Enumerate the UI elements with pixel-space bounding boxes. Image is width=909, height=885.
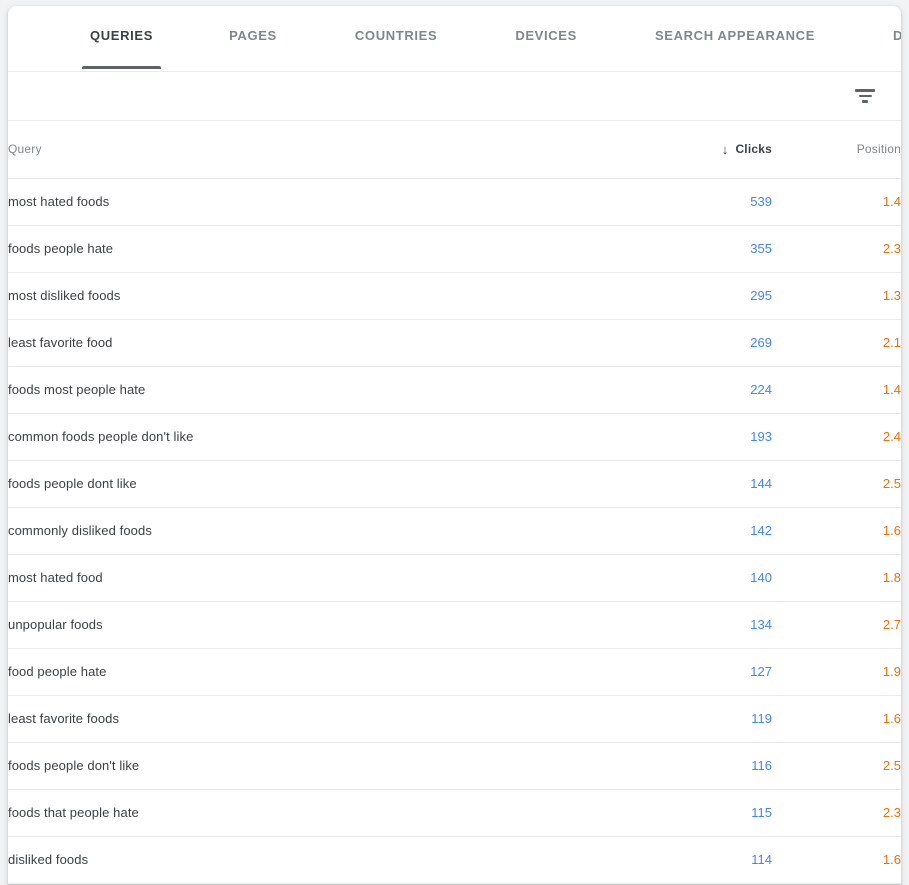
cell-clicks: 142	[750, 523, 772, 538]
dimension-tabs: QUERIES PAGES COUNTRIES DEVICES SEARCH A…	[8, 6, 901, 72]
table-row[interactable]: foods most people hate 224 1.4	[8, 366, 901, 413]
cell-clicks: 116	[751, 758, 772, 773]
filter-bar-top	[855, 89, 875, 92]
cell-position: 2.3	[882, 241, 901, 256]
cell-position: 1.4	[882, 194, 901, 209]
cell-clicks: 115	[751, 805, 772, 820]
tab-dates-label: DATES	[893, 28, 901, 43]
cell-query: unpopular foods	[8, 617, 103, 632]
filter-bar-middle	[858, 94, 872, 97]
cell-query: foods people hate	[8, 241, 114, 256]
cell-query: disliked foods	[8, 852, 89, 867]
table-row[interactable]: unpopular foods 134 2.7	[8, 601, 901, 648]
cell-position: 2.7	[882, 617, 901, 632]
active-tab-underline	[82, 66, 162, 69]
filter-bar-bottom	[862, 100, 868, 103]
column-header-query-label: Query	[8, 142, 42, 157]
table-row[interactable]: common foods people don't like 193 2.4	[8, 413, 901, 460]
table-row[interactable]: most hated foods 539 1.4	[8, 178, 901, 225]
cell-position: 1.6	[882, 523, 901, 538]
column-header-position-label: Position	[856, 142, 901, 157]
table-row[interactable]: least favorite foods 119 1.6	[8, 695, 901, 742]
table-row[interactable]: foods people dont like 144 2.5	[8, 460, 901, 507]
table-row[interactable]: food people hate 127 1.9	[8, 648, 901, 695]
cell-clicks: 140	[750, 570, 772, 585]
clicks-sort-control[interactable]: ↓ Clicks	[722, 142, 772, 156]
cell-clicks: 355	[750, 241, 772, 256]
table-row[interactable]: commonly disliked foods 142 1.6	[8, 507, 901, 554]
column-header-clicks[interactable]: ↓ Clicks	[620, 121, 772, 179]
column-header-position[interactable]: Position	[772, 121, 901, 179]
cell-query: most hated foods	[8, 194, 110, 209]
cell-position: 1.6	[882, 852, 901, 867]
cell-position: 1.3	[882, 288, 901, 303]
cell-query: commonly disliked foods	[8, 523, 152, 538]
cell-position: 2.5	[882, 758, 901, 773]
cell-query: foods people don't like	[8, 758, 140, 773]
table-row[interactable]: least favorite food 269 2.1	[8, 319, 901, 366]
cell-position: 1.6	[882, 711, 901, 726]
cell-clicks: 144	[750, 476, 772, 491]
cell-query: most hated food	[8, 570, 103, 585]
tab-search-appearance-label: SEARCH APPEARANCE	[654, 28, 816, 43]
column-header-query[interactable]: Query	[8, 121, 620, 179]
cell-position: 2.4	[882, 429, 901, 444]
cell-query: common foods people don't like	[8, 429, 194, 444]
tab-devices[interactable]: DEVICES	[499, 6, 593, 43]
cell-clicks: 295	[750, 288, 772, 303]
tab-pages-label: PAGES	[229, 28, 277, 43]
cell-clicks: 539	[750, 194, 772, 209]
cell-clicks: 134	[750, 617, 772, 632]
cell-position: 2.1	[882, 335, 901, 350]
cell-position: 1.8	[882, 570, 901, 585]
cell-query: foods people dont like	[8, 476, 137, 491]
table-header: Query ↓ Clicks Position	[8, 121, 901, 179]
table-row[interactable]: foods that people hate 115 2.3	[8, 789, 901, 836]
cell-query: foods most people hate	[8, 382, 146, 397]
cell-clicks: 127	[750, 664, 772, 679]
table-row[interactable]: foods people hate 355 2.3	[8, 225, 901, 272]
tab-countries[interactable]: COUNTRIES	[339, 6, 453, 43]
tab-search-appearance[interactable]: SEARCH APPEARANCE	[639, 6, 831, 43]
cell-clicks: 119	[751, 711, 772, 726]
cell-clicks: 224	[750, 382, 772, 397]
tab-dates[interactable]: DATES	[877, 6, 901, 43]
cell-query: foods that people hate	[8, 805, 139, 820]
sort-descending-arrow-icon: ↓	[721, 141, 729, 157]
table-row[interactable]: foods people don't like 116 2.5	[8, 742, 901, 789]
tab-queries[interactable]: QUERIES	[74, 6, 169, 69]
table-row[interactable]: most disliked foods 295 1.3	[8, 272, 901, 319]
table-row[interactable]: disliked foods 114 1.6	[8, 836, 901, 883]
cell-position: 2.3	[882, 805, 901, 820]
cell-clicks: 269	[750, 335, 772, 350]
tab-pages[interactable]: PAGES	[213, 6, 293, 43]
cell-query: least favorite foods	[8, 711, 120, 726]
cell-position: 1.9	[882, 664, 901, 679]
cell-query: least favorite food	[8, 335, 113, 350]
tab-countries-label: COUNTRIES	[354, 28, 438, 43]
tab-devices-label: DEVICES	[515, 28, 577, 43]
table-row[interactable]: most hated food 140 1.8	[8, 554, 901, 601]
filter-list-icon[interactable]	[851, 82, 879, 110]
table-toolbar	[8, 72, 901, 121]
performance-card: QUERIES PAGES COUNTRIES DEVICES SEARCH A…	[8, 6, 901, 884]
table-header-row: Query ↓ Clicks Position	[8, 121, 901, 179]
column-header-clicks-label: Clicks	[735, 142, 772, 156]
cell-query: food people hate	[8, 664, 107, 679]
cell-clicks: 114	[751, 852, 772, 867]
cell-clicks: 193	[750, 429, 772, 444]
table-body: most hated foods 539 1.4 foods people hate 3…	[8, 178, 901, 883]
cell-query: most disliked foods	[8, 288, 121, 303]
queries-table: Query ↓ Clicks Position most hated foods…	[8, 121, 901, 884]
cell-position: 1.4	[882, 382, 901, 397]
cell-position: 2.5	[882, 476, 901, 491]
tab-queries-label: QUERIES	[90, 28, 154, 43]
